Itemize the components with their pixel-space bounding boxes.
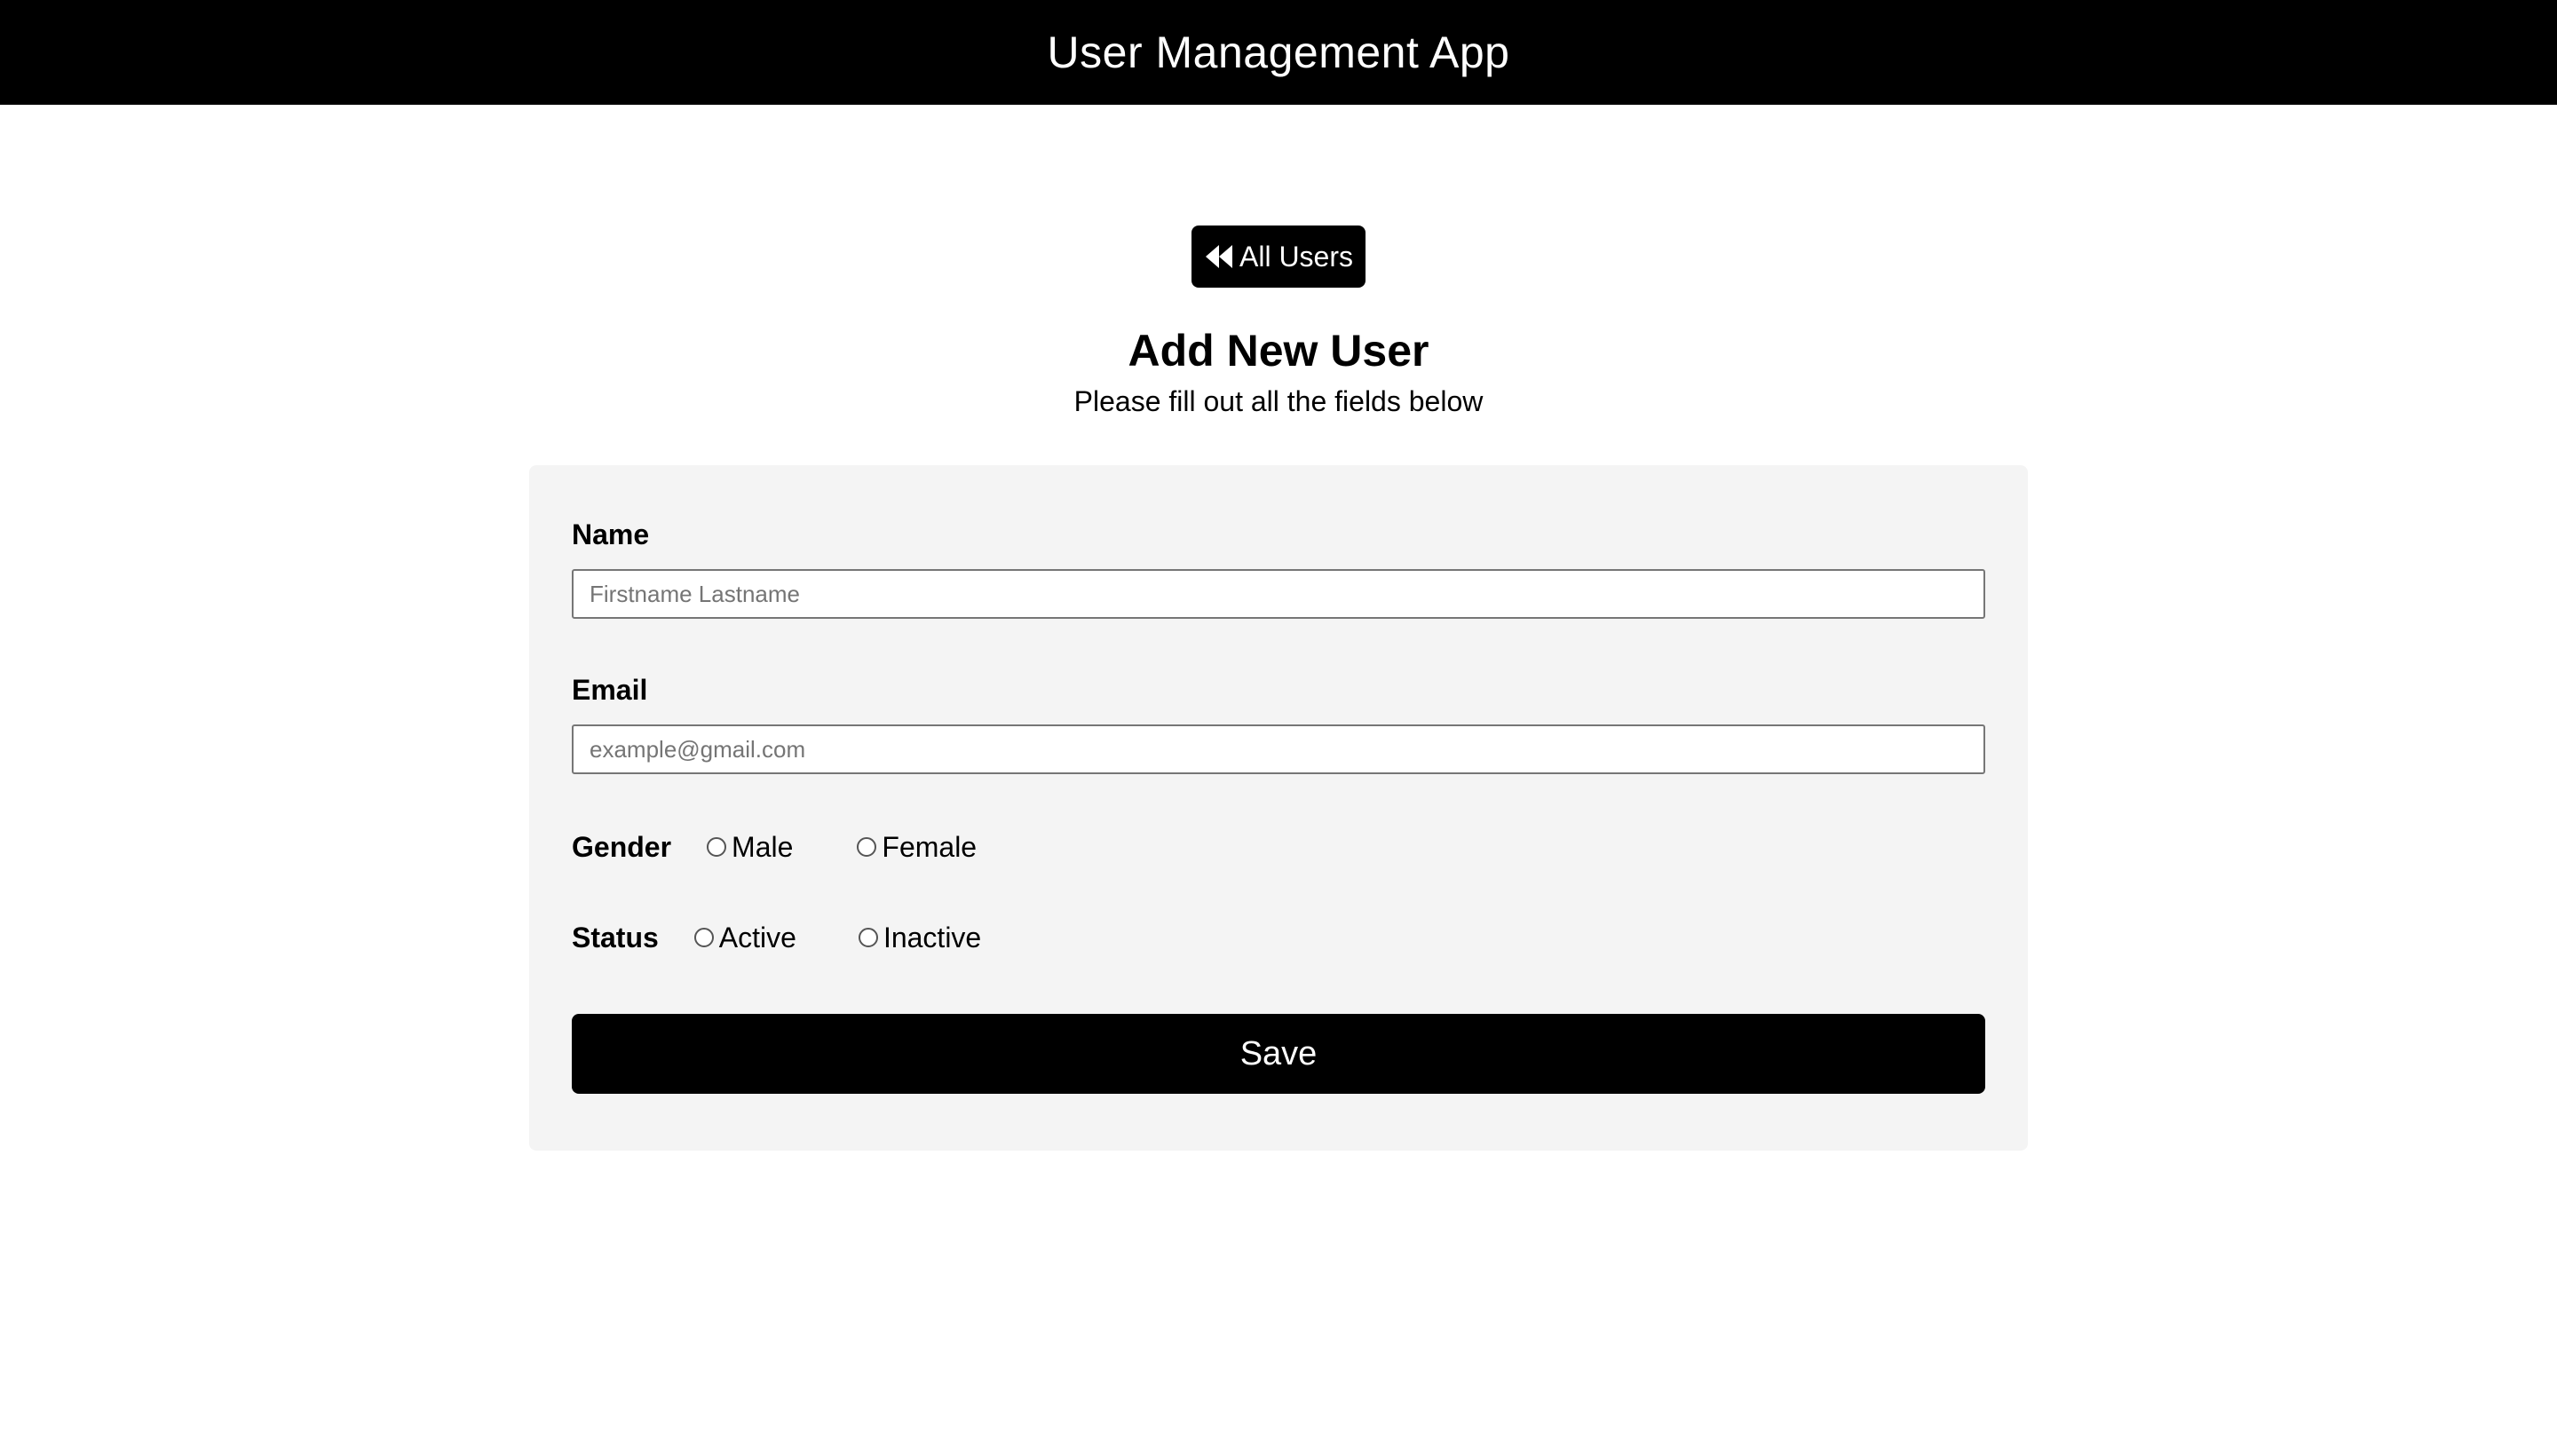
- inactive-label: Inactive: [883, 921, 982, 954]
- backward-icon: [1204, 243, 1234, 270]
- save-button[interactable]: Save: [572, 1014, 1985, 1094]
- status-label: Status: [572, 921, 659, 954]
- name-input[interactable]: [572, 569, 1985, 619]
- app-header: User Management App: [0, 0, 2557, 105]
- gender-option-male[interactable]: Male: [707, 831, 793, 864]
- active-label: Active: [718, 921, 796, 954]
- all-users-button[interactable]: All Users: [1191, 226, 1366, 288]
- app-title: User Management App: [1047, 28, 1510, 77]
- gender-label: Gender: [572, 830, 672, 863]
- male-radio[interactable]: [707, 837, 727, 857]
- female-label: Female: [882, 830, 978, 863]
- status-option-active[interactable]: Active: [693, 921, 796, 954]
- inactive-radio[interactable]: [858, 928, 878, 947]
- page-subtitle: Please fill out all the fields below: [1073, 385, 1484, 417]
- active-radio[interactable]: [693, 928, 714, 947]
- add-user-form: Name Email Gender Male Female Status Act…: [529, 465, 2028, 1151]
- female-radio[interactable]: [857, 837, 877, 857]
- male-label: Male: [732, 830, 794, 863]
- name-label: Name: [572, 518, 650, 550]
- gender-row: Gender Male Female: [572, 829, 977, 865]
- status-option-inactive[interactable]: Inactive: [858, 921, 982, 954]
- all-users-label: All Users: [1239, 240, 1353, 273]
- status-row: Status Active Inactive: [572, 920, 981, 955]
- page-title: Add New User: [1128, 326, 1429, 376]
- email-label: Email: [572, 674, 648, 706]
- gender-option-female[interactable]: Female: [857, 831, 977, 864]
- email-input[interactable]: [572, 724, 1985, 774]
